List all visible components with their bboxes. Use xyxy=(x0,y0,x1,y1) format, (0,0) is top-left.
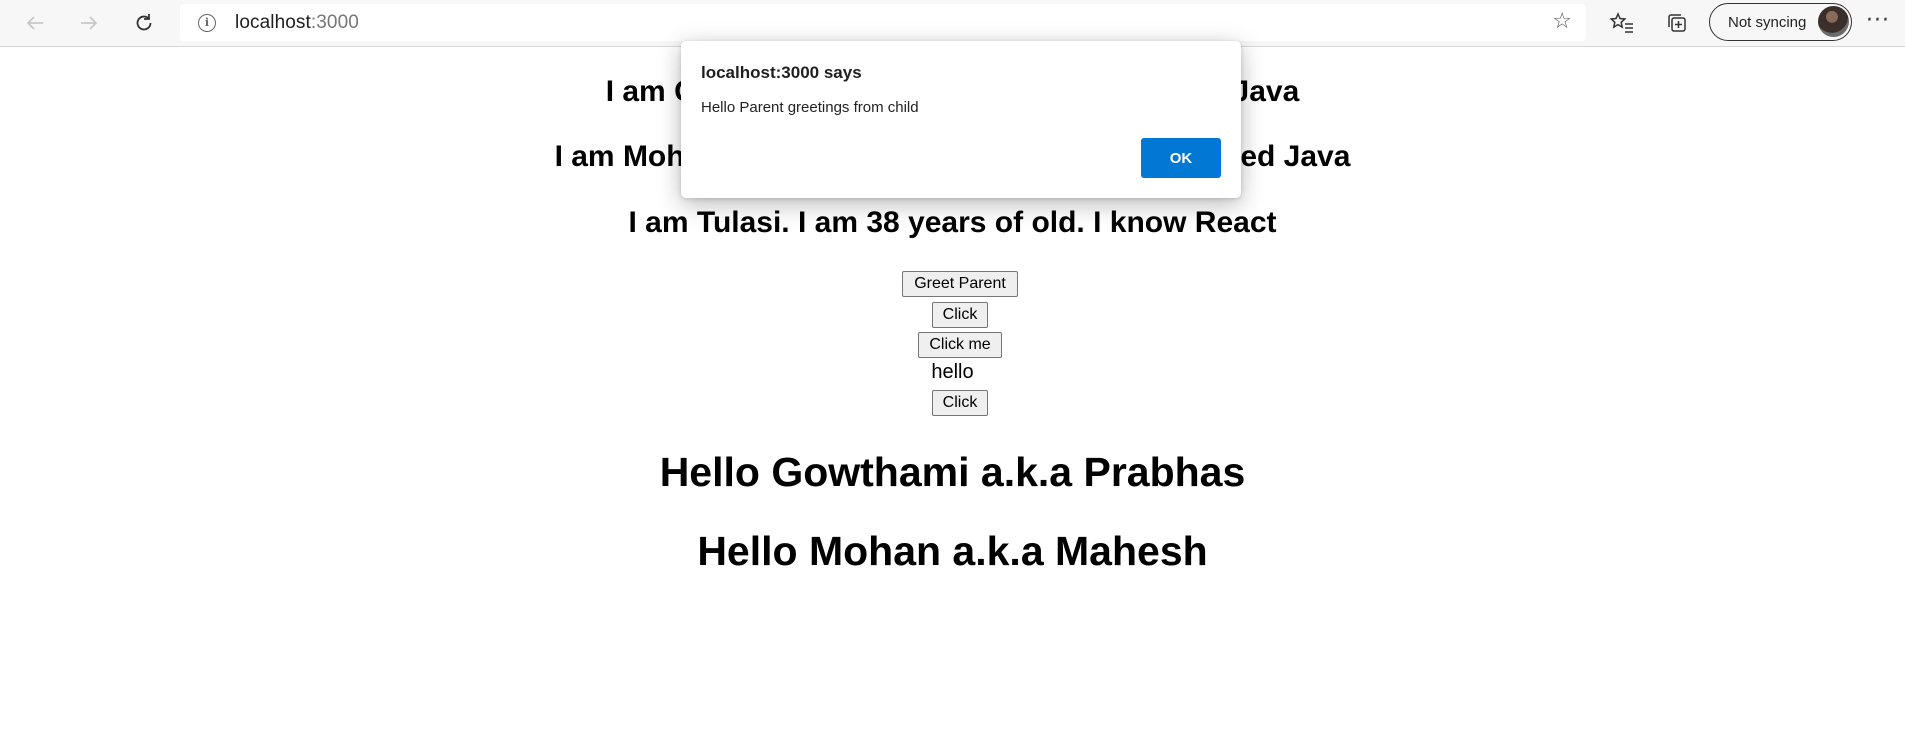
hello-text: hello xyxy=(931,361,974,383)
more-icon[interactable]: ··· xyxy=(1866,8,1890,33)
sync-status-button[interactable]: Not syncing xyxy=(1709,3,1852,41)
address-bar[interactable]: i localhost:3000 ☆ xyxy=(180,4,1586,41)
avatar xyxy=(1818,6,1849,37)
click-me-button[interactable]: Click me xyxy=(918,332,1002,358)
intro-heading-3: I am Tulasi. I am 38 years of old. I kno… xyxy=(628,206,1277,239)
back-arrow-icon[interactable] xyxy=(17,6,53,40)
star-icon[interactable]: ☆ xyxy=(1552,9,1572,34)
click-button-2[interactable]: Click xyxy=(932,390,988,416)
url-port: :3000 xyxy=(310,11,359,33)
dialog-message: Hello Parent greetings from child xyxy=(701,99,919,116)
refresh-icon[interactable] xyxy=(126,6,162,40)
ok-button[interactable]: OK xyxy=(1141,138,1221,178)
alert-dialog: localhost:3000 says Hello Parent greetin… xyxy=(681,41,1241,198)
greeting-heading-2: Hello Mohan a.k.a Mahesh xyxy=(697,528,1208,574)
url-host: localhost xyxy=(235,11,311,33)
sync-label: Not syncing xyxy=(1728,13,1807,31)
url-text: localhost:3000 xyxy=(235,12,359,34)
browser-toolbar: i localhost:3000 ☆ Not syncing ··· xyxy=(0,0,1905,47)
greet-parent-button[interactable]: Greet Parent xyxy=(902,271,1018,297)
info-icon[interactable]: i xyxy=(198,13,216,32)
dialog-title: localhost:3000 says xyxy=(701,63,862,82)
greeting-heading-1: Hello Gowthami a.k.a Prabhas xyxy=(659,449,1246,495)
forward-arrow-icon[interactable] xyxy=(71,6,107,40)
click-button[interactable]: Click xyxy=(932,302,988,328)
collections-icon[interactable] xyxy=(1662,8,1692,38)
favorites-list-icon[interactable] xyxy=(1607,8,1637,38)
